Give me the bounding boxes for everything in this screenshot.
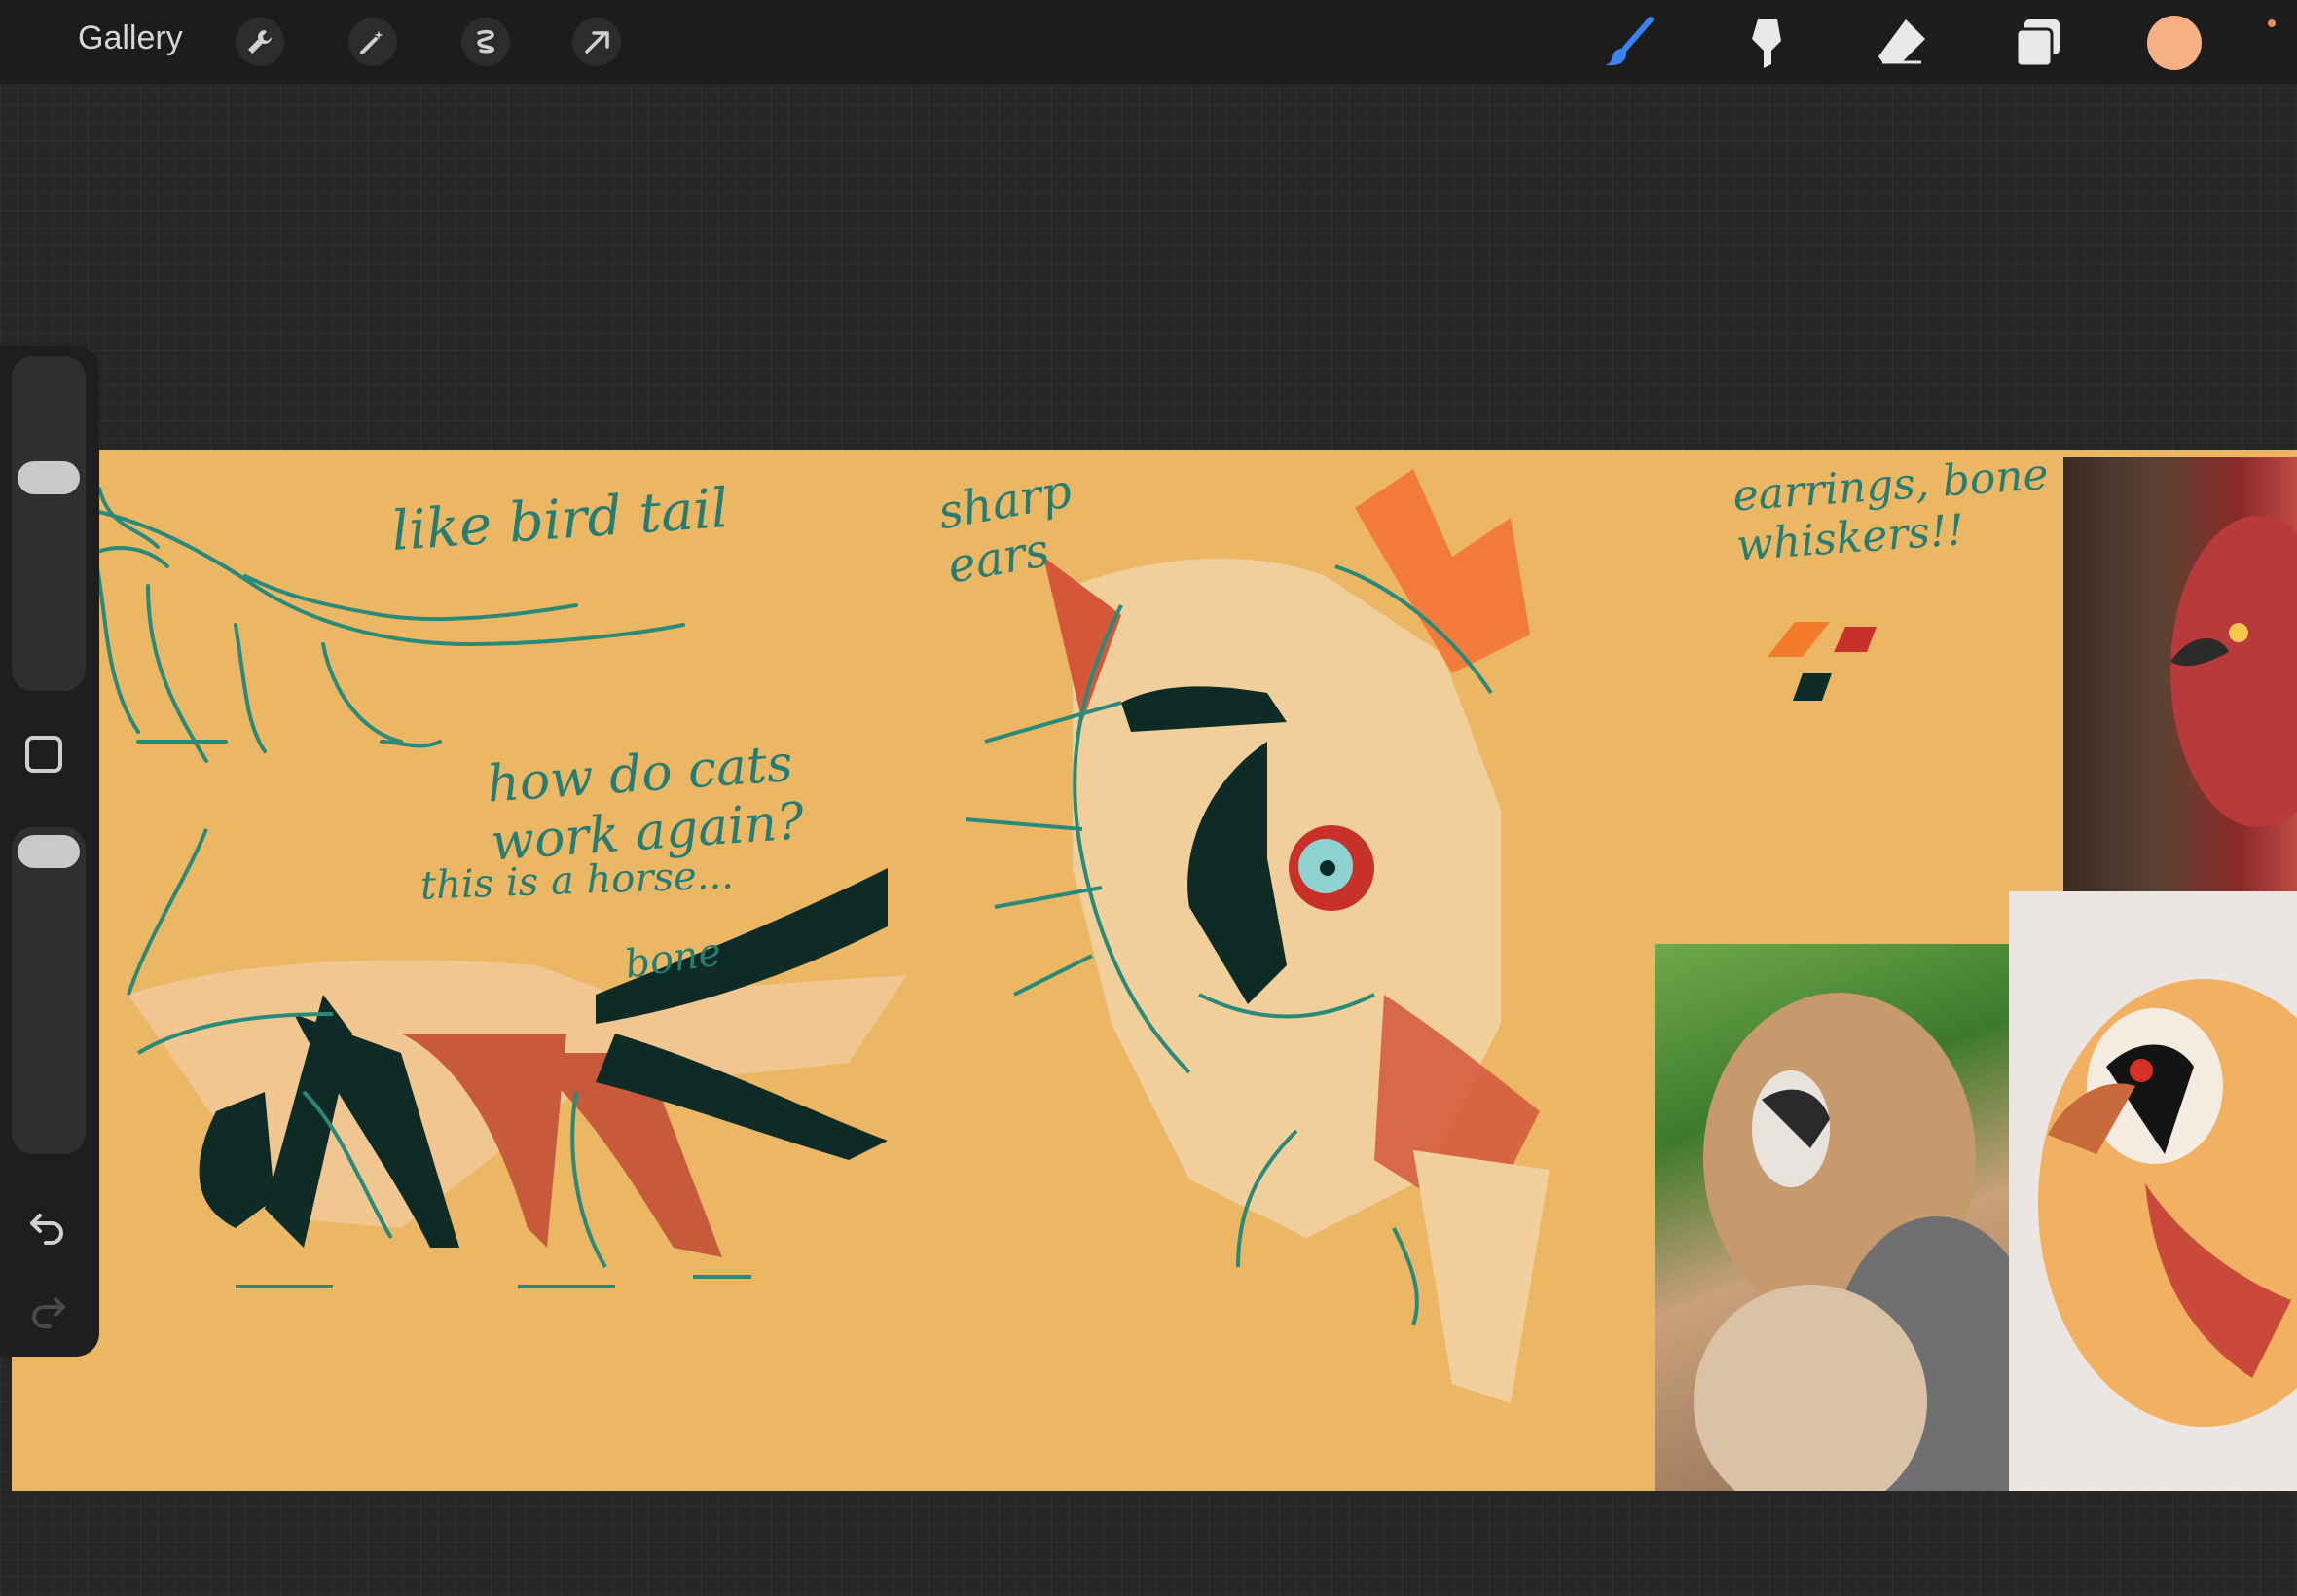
reference-illustration-vulture — [2009, 891, 2297, 1491]
smudge-icon[interactable] — [1736, 14, 1795, 72]
opacity-thumb[interactable] — [18, 835, 80, 868]
reference-photo-vulture-red — [2063, 457, 2297, 893]
reference-photo-bearded-vulture — [1655, 944, 2044, 1491]
wrench-icon[interactable] — [236, 18, 284, 66]
gallery-button[interactable]: Gallery — [78, 19, 183, 57]
brush-size-slider[interactable] — [12, 356, 86, 691]
layers-icon[interactable] — [2009, 14, 2067, 72]
left-sidebar — [0, 346, 99, 1357]
status-dot — [2268, 19, 2276, 27]
undo-icon[interactable] — [23, 1201, 72, 1250]
opacity-slider[interactable] — [12, 827, 86, 1154]
drawing-canvas[interactable]: like bird tail how do cats work again? t… — [12, 450, 2297, 1491]
redo-icon[interactable] — [23, 1285, 72, 1333]
top-toolbar: Gallery — [0, 0, 2297, 84]
square-icon[interactable] — [25, 736, 62, 773]
brush-icon[interactable] — [1600, 14, 1659, 72]
magic-wand-icon[interactable] — [348, 18, 397, 66]
color-swatch[interactable] — [2147, 16, 2202, 70]
selection-icon[interactable] — [461, 18, 510, 66]
brush-size-thumb[interactable] — [18, 461, 80, 494]
eraser-icon[interactable] — [1873, 14, 1931, 72]
transform-arrow-icon[interactable] — [572, 18, 621, 66]
